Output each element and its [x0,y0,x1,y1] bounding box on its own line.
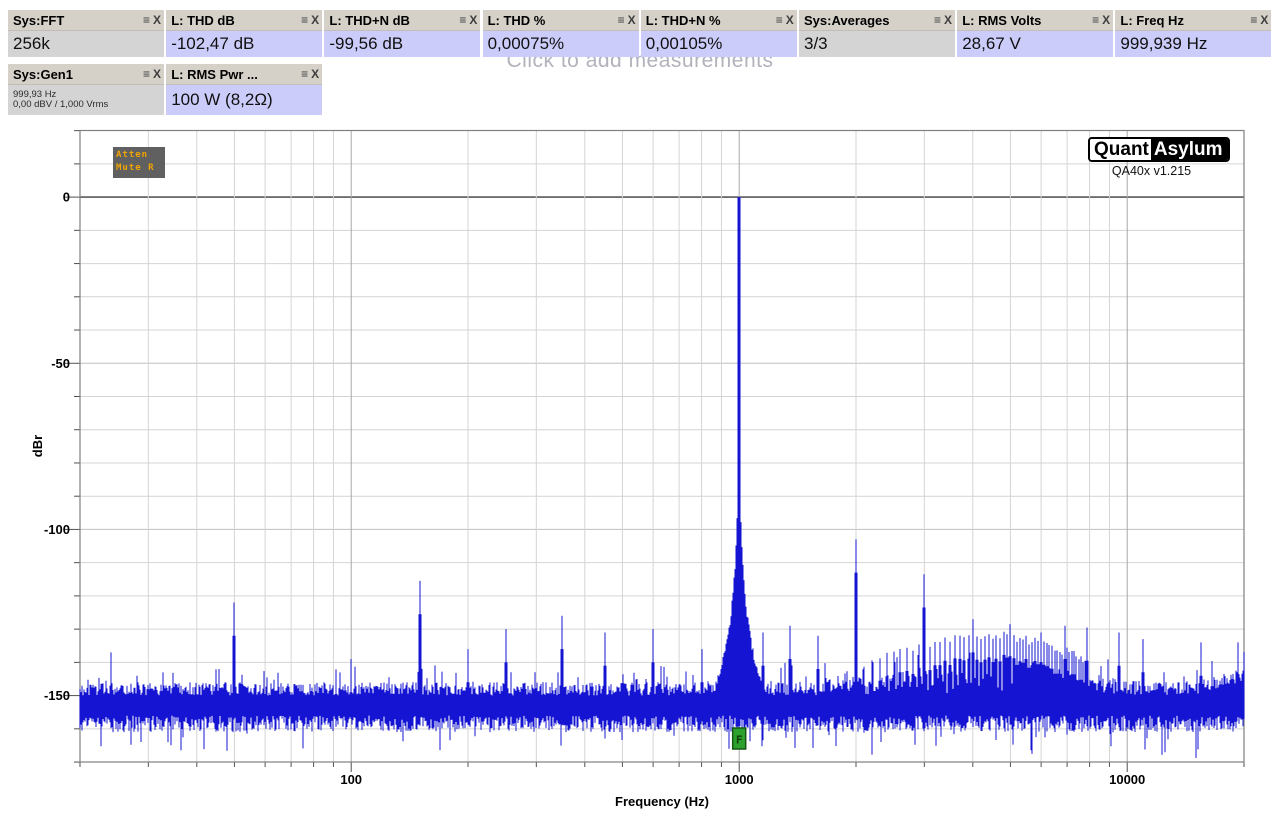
tile-header[interactable]: L: THD dB≡X [166,10,322,31]
tile-menu-icon[interactable]: ≡ [301,14,308,26]
tile-close-icon[interactable]: X [1102,14,1110,26]
tile-menu-icon[interactable]: ≡ [301,68,308,80]
generator-level-text: 0,00 dBV / 1,000 Vrms [13,100,108,111]
tile-close-icon[interactable]: X [628,14,636,26]
quantasylum-logo: Quant Asylum [1088,137,1230,162]
x-axis-tick-label: 100 [340,772,362,787]
tile-menu-icon[interactable]: ≡ [459,14,466,26]
tile-menu-icon[interactable]: ≡ [143,14,150,26]
y-axis-tick-label: -50 [51,356,70,371]
tile-menu-icon[interactable]: ≡ [143,68,150,80]
tile-close-icon[interactable]: X [153,68,161,80]
measurement-tile-l-rms-volts: L: RMS Volts≡X28,67 V [957,10,1113,57]
tile-value: 0,00105% [641,31,797,57]
measurement-tile-sys-gen1: Sys:Gen1≡X999,93 Hz0,00 dBV / 1,000 Vrms [8,64,164,115]
tile-value: 256k [8,31,164,57]
measurement-tile-l-rms-pwr: L: RMS Pwr ...≡X100 W (8,2Ω) [166,64,322,115]
tile-value: 999,93 Hz0,00 dBV / 1,000 Vrms [8,85,164,115]
tile-value: 3/3 [799,31,955,57]
tile-menu-icon[interactable]: ≡ [1092,14,1099,26]
tile-value: 28,67 V [957,31,1113,57]
measurement-tile-l-thd: L: THD %≡X0,00075% [483,10,639,57]
atten-label: Atten [116,149,165,162]
y-axis-tick-label: -100 [44,522,70,537]
mute-label: Mute R [116,162,165,175]
tile-value: 100 W (8,2Ω) [166,85,322,115]
tile-title: Sys:Averages [804,13,934,28]
tile-title: Sys:Gen1 [13,67,143,82]
tile-close-icon[interactable]: X [944,14,952,26]
tile-header[interactable]: L: Freq Hz≡X [1115,10,1271,31]
fft-trace-left-channel [80,197,1244,758]
logo-quant-text: Quant [1090,139,1151,160]
tile-header[interactable]: L: RMS Pwr ...≡X [166,64,322,85]
atten-mute-status-badge: Atten Mute R [113,147,165,178]
measurement-tile-l-freq-hz: L: Freq Hz≡X999,939 Hz [1115,10,1271,57]
measurement-tile-l-thd-db: L: THD dB≡X-102,47 dB [166,10,322,57]
tile-title: L: THD % [488,13,618,28]
generator-marker-label: F [736,734,743,747]
tile-value: 0,00075% [483,31,639,57]
tile-title: Sys:FFT [13,13,143,28]
y-axis-tick-label: 0 [63,190,70,205]
tile-menu-icon[interactable]: ≡ [776,14,783,26]
tile-title: L: Freq Hz [1120,13,1250,28]
tile-close-icon[interactable]: X [311,14,319,26]
tile-close-icon[interactable]: X [311,68,319,80]
y-axis-tick-label: -150 [44,688,70,703]
tile-value: -102,47 dB [166,31,322,57]
x-axis-tick-label: 10000 [1109,772,1145,787]
measurement-tile-l-thd-n-db: L: THD+N dB≡X-99,56 dB [324,10,480,57]
x-axis-tick-label: 1000 [725,772,754,787]
x-axis-title: Frequency (Hz) [615,794,709,809]
spectrum-plot-area[interactable]: 0 -50 -100 -150 100 1000 10000 dBr Frequency (Hz… [0,0,1280,823]
tile-header[interactable]: Sys:FFT≡X [8,10,164,31]
tile-value: 999,939 Hz [1115,31,1271,57]
tile-menu-icon[interactable]: ≡ [934,14,941,26]
tile-close-icon[interactable]: X [786,14,794,26]
measurement-tile-l-thd-n: L: THD+N %≡X0,00105% [641,10,797,57]
firmware-version-label: QA40x v1.215 [1088,164,1215,178]
tile-close-icon[interactable]: X [469,14,477,26]
tile-title: L: THD+N % [646,13,776,28]
y-axis-title: dBr [30,435,45,457]
tile-header[interactable]: Sys:Gen1≡X [8,64,164,85]
logo-asylum-text: Asylum [1151,139,1228,160]
tile-header[interactable]: Sys:Averages≡X [799,10,955,31]
tile-close-icon[interactable]: X [153,14,161,26]
tile-value: -99,56 dB [324,31,480,57]
tile-header[interactable]: L: THD+N dB≡X [324,10,480,31]
measurement-tile-sys-fft: Sys:FFT≡X256k [8,10,164,57]
tile-header[interactable]: L: THD+N %≡X [641,10,797,31]
tile-close-icon[interactable]: X [1260,14,1268,26]
tile-title: L: THD+N dB [329,13,459,28]
tile-menu-icon[interactable]: ≡ [618,14,625,26]
tile-title: L: RMS Pwr ... [171,67,301,82]
fft-spectrum-canvas[interactable]: 0 -50 -100 -150 100 1000 10000 dBr Frequency (Hz… [0,125,1280,823]
tile-header[interactable]: L: THD %≡X [483,10,639,31]
measurement-tile-sys-averages: Sys:Averages≡X3/3 [799,10,955,57]
tile-title: L: THD dB [171,13,301,28]
tile-header[interactable]: L: RMS Volts≡X [957,10,1113,31]
tile-title: L: RMS Volts [962,13,1092,28]
tile-menu-icon[interactable]: ≡ [1250,14,1257,26]
